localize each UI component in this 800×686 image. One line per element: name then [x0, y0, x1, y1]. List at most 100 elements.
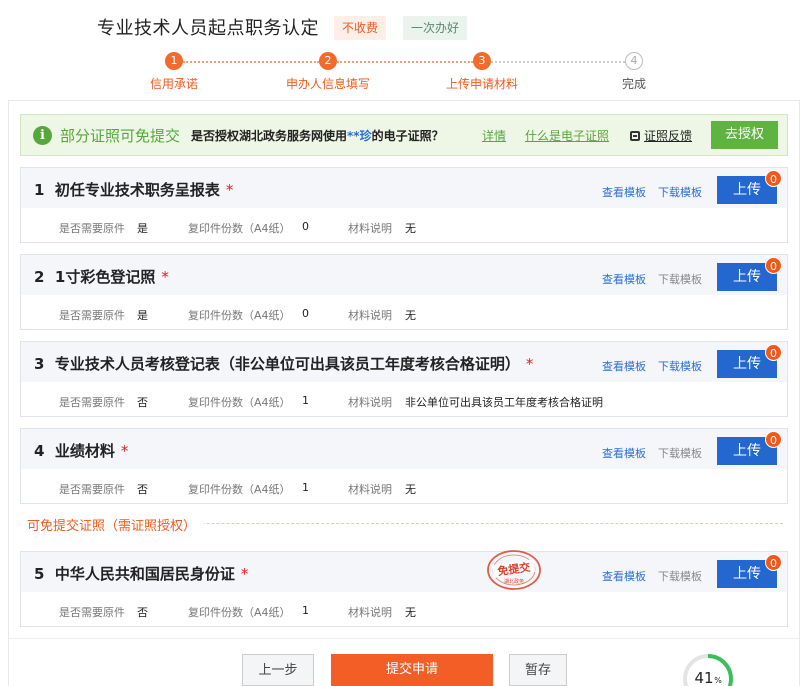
- feedback-label: 证照反馈: [644, 129, 693, 143]
- material-card-header: 5 中华人民共和国居民身份证 * 查看模板 下载模板 上传 0: [21, 552, 787, 592]
- material-meta: 是否需要原件 是 复印件份数（A4纸） 0 材料说明 无: [21, 208, 787, 242]
- material-card: 4 业绩材料 * 查看模板 下载模板 上传 0 是否需要原件 否 复印件份数（A4…: [20, 428, 788, 504]
- material-card: 3 专业技术人员考核登记表（非公单位可出具该员工年度考核合格证明） * 查看模板 …: [20, 341, 788, 417]
- save-draft-button[interactable]: 暂存: [509, 654, 567, 686]
- view-template-link[interactable]: 查看模板: [602, 445, 646, 461]
- original-required-label: 是否需要原件: [59, 309, 125, 322]
- view-template-link[interactable]: 查看模板: [602, 271, 646, 287]
- description-label: 材料说明: [348, 483, 392, 496]
- what-is-e-license-link[interactable]: 什么是电子证照: [525, 127, 609, 144]
- description-label: 材料说明: [348, 396, 392, 409]
- download-template-link[interactable]: 下载模板: [658, 445, 702, 461]
- material-number: 5: [34, 565, 45, 583]
- material-card: 2 1寸彩色登记照 * 查看模板 下载模板 上传 0 是否需要原件 是 复印件份数…: [20, 254, 788, 330]
- notice-question-prefix: 是否授权湖北政务服务网使用: [191, 129, 348, 143]
- material-card: 1 初任专业技术职务呈报表 * 查看模板 下载模板 上传 0 是否需要原件 是 复…: [20, 167, 788, 243]
- material-title: 3 专业技术人员考核登记表（非公单位可出具该员工年度考核合格证明） *: [34, 353, 533, 374]
- download-template-link[interactable]: 下载模板: [658, 568, 702, 584]
- step-3-label: 上传申请材料: [445, 77, 519, 91]
- fee-tag: 不收费: [334, 16, 387, 40]
- required-marker: *: [161, 268, 169, 286]
- description-value: 无: [405, 483, 416, 496]
- view-template-link[interactable]: 查看模板: [602, 358, 646, 374]
- copies-label: 复印件份数（A4纸）: [188, 309, 291, 322]
- description-label: 材料说明: [348, 606, 392, 619]
- download-template-link[interactable]: 下载模板: [658, 358, 702, 374]
- progress-steps: 1 信用承诺 2 申办人信息填写 3 上传申请材料 4 完成: [0, 52, 800, 92]
- download-template-link[interactable]: 下载模板: [658, 184, 702, 200]
- material-meta: 是否需要原件 是 复印件份数（A4纸） 0 材料说明 无: [21, 295, 787, 329]
- license-feedback-link[interactable]: 证照反馈: [630, 127, 692, 144]
- material-card: 5 中华人民共和国居民身份证 * 查看模板 下载模板 上传 0 是否需要原件 否 …: [20, 551, 788, 627]
- material-card-header: 3 专业技术人员考核登记表（非公单位可出具该员工年度考核合格证明） * 查看模板 …: [21, 342, 787, 382]
- material-meta: 是否需要原件 否 复印件份数（A4纸） 1 材料说明 非公单位可出具该员工年度考…: [21, 382, 787, 416]
- material-title: 2 1寸彩色登记照 *: [34, 266, 169, 287]
- material-title: 5 中华人民共和国居民身份证 *: [34, 563, 248, 584]
- step-1-circle: 1: [165, 52, 183, 70]
- view-template-link[interactable]: 查看模板: [602, 568, 646, 584]
- exempt-stamp-icon: 免提交 湖北政务: [487, 550, 541, 590]
- e-license-notice: i 部分证照可免提交 是否授权湖北政务服务网使用**珍的电子证照？ 详情 什么是…: [20, 114, 788, 156]
- material-number: 4: [34, 442, 45, 460]
- download-template-link[interactable]: 下载模板: [658, 271, 702, 287]
- completion-progress-ring: 41 %: [683, 654, 733, 686]
- view-template-link[interactable]: 查看模板: [602, 184, 646, 200]
- progress-unit: %: [714, 676, 722, 685]
- copies-label: 复印件份数（A4纸）: [188, 396, 291, 409]
- stamp-text: 免提交: [497, 560, 532, 578]
- material-card-header: 2 1寸彩色登记照 * 查看模板 下载模板 上传 0: [21, 255, 787, 295]
- original-required-label: 是否需要原件: [59, 396, 125, 409]
- material-name: 中华人民共和国居民身份证: [54, 565, 235, 583]
- upload-count-badge: 0: [765, 431, 782, 448]
- material-title: 4 业绩材料 *: [34, 440, 128, 461]
- original-required-label: 是否需要原件: [59, 222, 125, 235]
- submit-application-button[interactable]: 提交申请: [331, 654, 493, 686]
- upload-count-badge: 0: [765, 170, 782, 187]
- material-number: 2: [34, 268, 45, 286]
- required-marker: *: [525, 355, 534, 373]
- step-1-label: 信用承诺: [149, 77, 199, 91]
- copies-label: 复印件份数（A4纸）: [188, 483, 291, 496]
- description-value: 无: [405, 309, 416, 322]
- material-number: 1: [34, 181, 45, 199]
- detail-link[interactable]: 详情: [482, 127, 506, 144]
- copies-value: 0: [302, 307, 309, 320]
- material-name: 专业技术人员考核登记表（非公单位可出具该员工年度考核合格证明）: [54, 355, 520, 373]
- material-card-header: 1 初任专业技术职务呈报表 * 查看模板 下载模板 上传 0: [21, 168, 787, 208]
- stamp-subtext: 湖北政务: [504, 578, 524, 585]
- original-required-value: 是: [137, 222, 148, 235]
- previous-step-button[interactable]: 上一步: [242, 654, 314, 686]
- upload-count-badge: 0: [765, 344, 782, 361]
- description-value: 非公单位可出具该员工年度考核合格证明: [405, 396, 603, 409]
- original-required-value: 否: [137, 396, 148, 409]
- description-value: 无: [405, 606, 416, 619]
- notice-question-suffix: 的电子证照？: [371, 129, 444, 143]
- copies-label: 复印件份数（A4纸）: [188, 606, 291, 619]
- step-3-circle: 3: [473, 52, 491, 70]
- step-2-label: 申办人信息填写: [285, 77, 371, 91]
- page-title: 专业技术人员起点职务认定: [97, 18, 319, 39]
- copies-value: 1: [302, 604, 309, 617]
- description-label: 材料说明: [348, 222, 392, 235]
- one-visit-tag: 一次办好: [403, 16, 468, 40]
- original-required-value: 是: [137, 309, 148, 322]
- info-icon: i: [33, 126, 52, 145]
- copies-label: 复印件份数（A4纸）: [188, 222, 291, 235]
- upload-count-badge: 0: [765, 554, 782, 571]
- description-value: 无: [405, 222, 416, 235]
- required-marker: *: [120, 442, 129, 460]
- material-meta: 是否需要原件 否 复印件份数（A4纸） 1 材料说明 无: [21, 592, 787, 626]
- original-required-value: 否: [137, 483, 148, 496]
- material-name: 初任专业技术职务呈报表: [54, 181, 220, 199]
- step-4-circle: 4: [625, 52, 643, 70]
- notice-question: 是否授权湖北政务服务网使用**珍的电子证照？: [191, 127, 444, 144]
- step-connector: [491, 61, 625, 63]
- authorize-button[interactable]: 去授权: [711, 121, 778, 149]
- copies-value: 0: [302, 220, 309, 233]
- material-card-header: 4 业绩材料 * 查看模板 下载模板 上传 0: [21, 429, 787, 469]
- page-header: 专业技术人员起点职务认定 不收费 一次办好 1 信用承诺 2 申办人信息填写 3…: [0, 0, 800, 100]
- feedback-icon: [630, 131, 640, 141]
- copies-value: 1: [302, 481, 309, 494]
- material-name: 1寸彩色登记照: [54, 268, 156, 286]
- material-name: 业绩材料: [54, 442, 115, 460]
